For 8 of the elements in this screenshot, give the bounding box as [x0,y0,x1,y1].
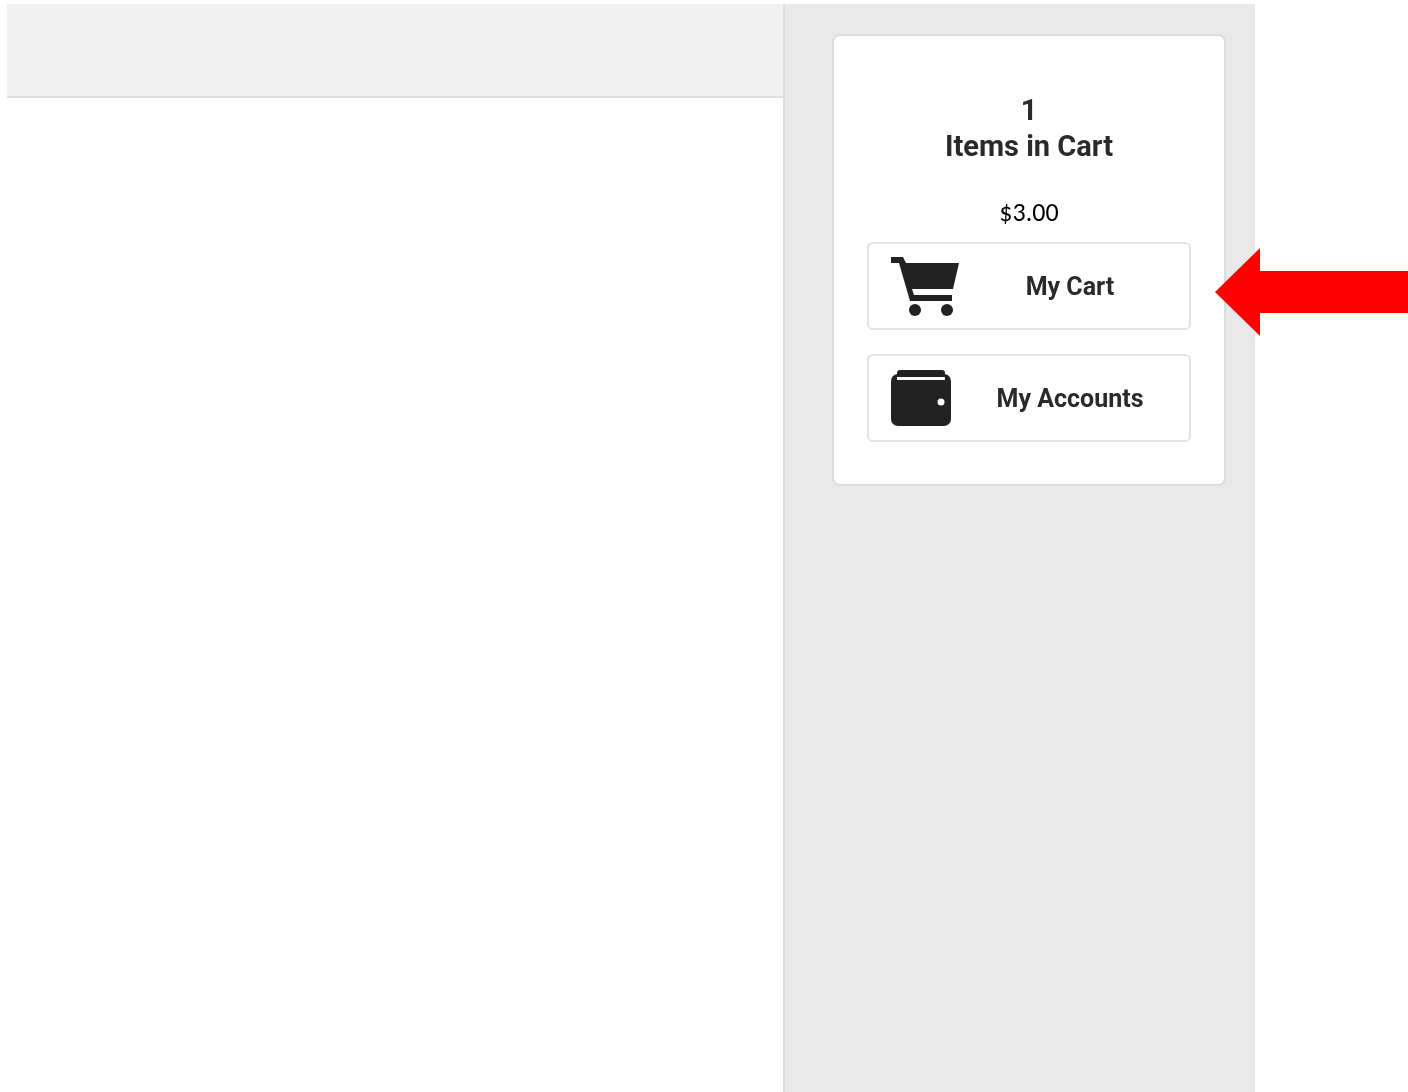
cart-total: $3.00 [999,196,1059,228]
cart-count: 1 [1020,92,1038,128]
annotation-arrow-icon [1215,248,1408,336]
my-cart-button[interactable]: My Cart [867,242,1191,330]
wallet-icon [891,370,953,426]
my-accounts-button[interactable]: My Accounts [867,354,1191,442]
cart-label: Items in Cart [945,128,1113,164]
cart-icon [891,255,961,317]
